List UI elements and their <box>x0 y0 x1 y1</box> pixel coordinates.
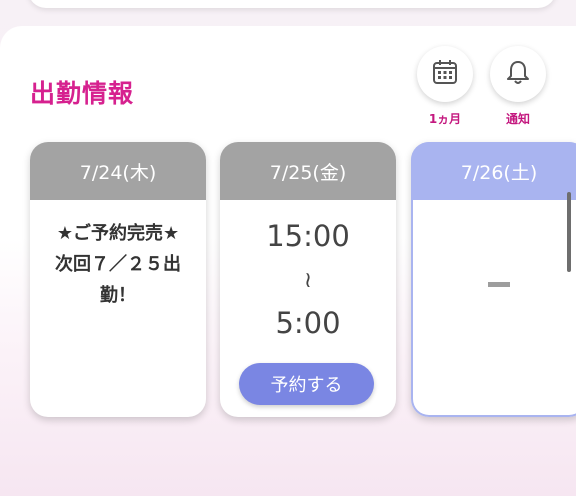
day-note-line: ★ご予約完売★ <box>56 223 180 244</box>
day-card-0725: 7/25(金) 15:00 ≀ 5:00 予約する <box>220 142 396 417</box>
scrollbar[interactable] <box>567 192 571 272</box>
monthly-calendar-button[interactable] <box>417 46 473 102</box>
shift-start: 15:00 <box>266 219 350 253</box>
day-card-0726: 7/26(土) <box>411 142 576 417</box>
day-date: 7/26(土) <box>411 142 576 200</box>
shift-end: 5:00 <box>275 306 341 340</box>
day-card-0724: 7/24(木) ★ご予約完売★ 次回７／２５出 勤！ <box>30 142 206 417</box>
reserve-button[interactable]: 予約する <box>239 363 374 405</box>
notification-button[interactable] <box>490 46 546 102</box>
shift-separator: ≀ <box>303 268 313 293</box>
section-title: 出勤情報 <box>30 79 135 108</box>
notification-label: 通知 <box>505 112 530 126</box>
previous-card-bottom <box>28 0 556 8</box>
monthly-calendar-label: 1ヵ月 <box>428 112 462 126</box>
day-date: 7/24(木) <box>30 142 206 200</box>
day-note-line: 次回７／２５出 <box>55 254 181 275</box>
day-note: ★ご予約完売★ 次回７／２５出 勤！ <box>30 200 206 311</box>
day-date: 7/25(金) <box>220 142 396 200</box>
calendar-icon <box>431 58 459 90</box>
no-shift-dash <box>488 282 510 287</box>
day-note-line: 勤！ <box>100 285 136 306</box>
bell-icon <box>504 58 532 90</box>
